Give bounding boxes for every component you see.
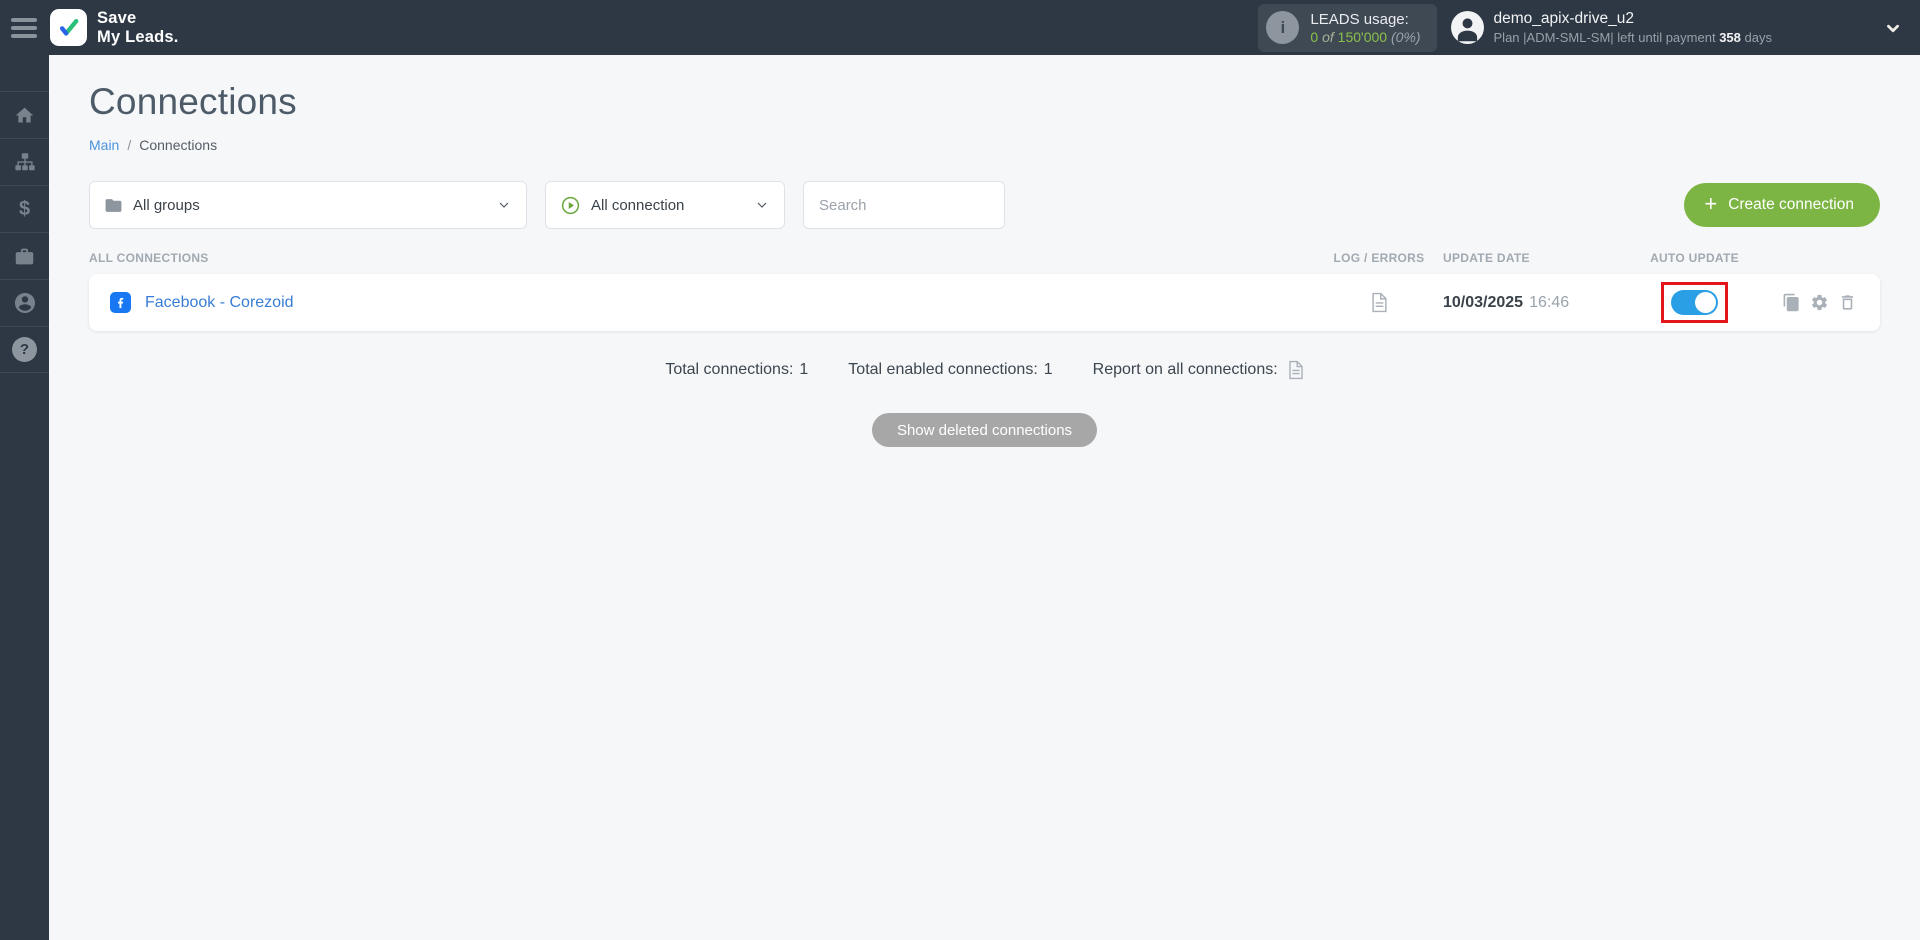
groups-dropdown-value: All groups [133,196,200,214]
connection-type-dropdown[interactable]: All connection [545,181,785,229]
column-header-update-date: UPDATE DATE [1443,251,1530,265]
table-row: Facebook - Corezoid 10/03/2025 16:46 [89,274,1880,331]
sidebar-item-payments[interactable]: $ [0,185,49,232]
trash-icon[interactable] [1838,293,1857,312]
account-icon [13,291,37,315]
highlight-red-box [1661,282,1728,323]
connections-icon [14,151,36,173]
home-icon [14,105,35,126]
page-title: Connections [89,81,297,122]
main-content: Connections Main / Connections All group… [49,55,1920,940]
brand-logo[interactable] [50,9,87,46]
connection-type-value: All connection [591,196,685,214]
filters-row: All groups All connection Search + Creat… [89,181,1880,229]
column-header-auto-update: AUTO UPDATE [1650,251,1739,265]
facebook-icon [110,292,131,313]
breadcrumb-current: Connections [139,137,218,153]
auto-update-toggle[interactable] [1671,290,1718,315]
sidebar-item-services[interactable] [0,232,49,279]
breadcrumb-main-link[interactable]: Main [89,137,119,153]
total-connections: Total connections: 1 [665,361,809,378]
leads-usage-widget[interactable]: i LEADS usage: 0 of 150'000 (0%) [1258,3,1437,52]
plus-icon: + [1704,191,1718,216]
groups-dropdown[interactable]: All groups [89,181,527,229]
sidebar-item-account[interactable] [0,279,49,326]
report-file-icon[interactable] [1288,360,1304,380]
table-header-row: ALL CONNECTIONS LOG / ERRORS UPDATE DATE… [89,251,1880,265]
user-avatar-icon[interactable] [1450,11,1484,44]
log-file-icon[interactable] [1371,292,1388,313]
search-input[interactable] [803,181,1005,229]
topbar: Save My Leads. i LEADS usage: 0 of 150'0… [0,0,1920,55]
show-deleted-connections-button[interactable]: Show deleted connections [871,413,1098,447]
breadcrumb: Main / Connections [89,137,1880,153]
sidebar: $ ? [0,55,49,940]
folder-icon [104,196,123,215]
user-plan: Plan |ADM-SML-SM| left until payment 358… [1493,30,1772,45]
chevron-down-icon[interactable] [1882,17,1904,39]
create-connection-button[interactable]: + Create connection [1684,183,1880,227]
sidebar-item-home[interactable] [0,91,49,138]
column-header-log-errors: LOG / ERRORS [1333,251,1425,265]
breadcrumb-separator: / [127,137,132,153]
sidebar-item-help[interactable]: ? [0,326,49,373]
checkmark-icon [56,15,82,41]
total-enabled-connections: Total enabled connections: 1 [848,361,1053,378]
info-icon: i [1266,11,1300,44]
chevron-down-icon [754,197,770,213]
help-icon: ? [12,337,37,362]
briefcase-icon [14,246,35,267]
user-name: demo_apix-drive_u2 [1493,10,1634,27]
connection-name-link[interactable]: Facebook - Corezoid [145,294,294,312]
chevron-down-icon [496,197,512,213]
sidebar-item-connections[interactable] [0,138,49,185]
payments-icon: $ [18,197,31,220]
column-header-all-connections: ALL CONNECTIONS [89,251,209,265]
gear-icon[interactable] [1810,293,1829,312]
leads-usage-label: LEADS usage: [1310,10,1409,28]
update-date: 10/03/2025 16:46 [1443,293,1570,311]
leads-usage-value: 0 of 150'000 (0%) [1310,28,1421,45]
user-info[interactable]: demo_apix-drive_u2 Plan |ADM-SML-SM| lef… [1494,10,1772,45]
play-circle-icon [560,195,581,216]
summary-row: Total connections: 1 Total enabled conne… [89,360,1880,380]
brand-name: Save My Leads. [97,8,179,46]
menu-icon[interactable] [11,17,37,38]
report-all-connections: Report on all connections: [1093,360,1304,380]
copy-icon[interactable] [1782,293,1801,312]
